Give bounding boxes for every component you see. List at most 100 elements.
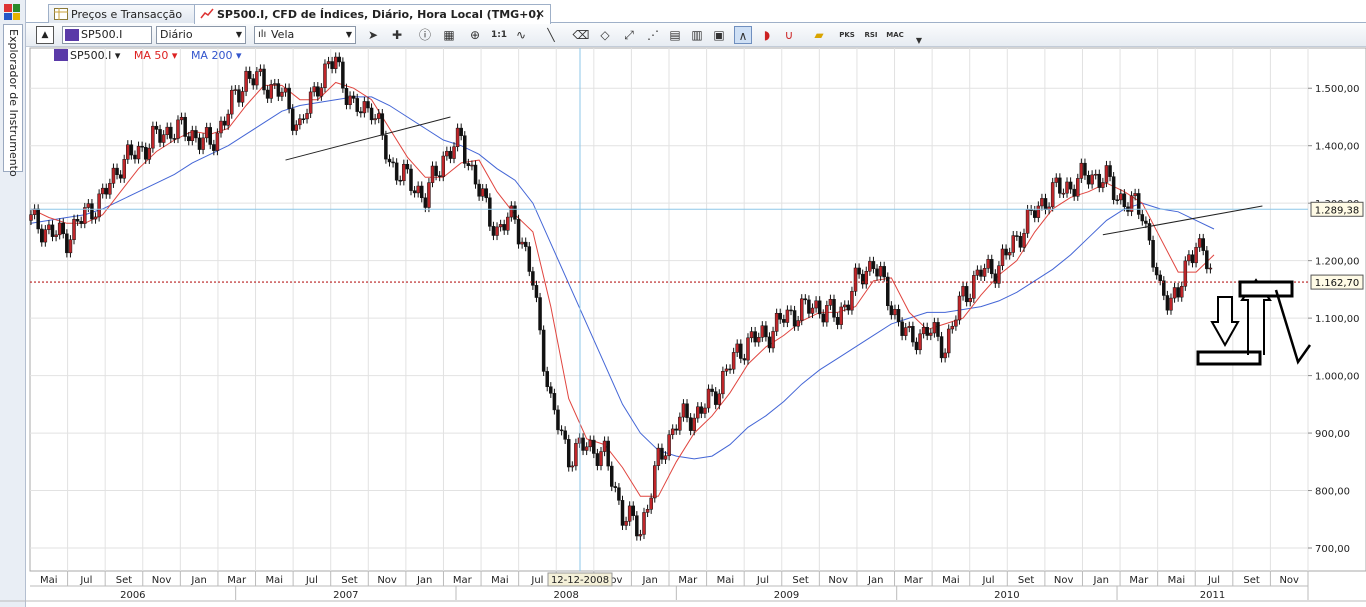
candle-body — [814, 300, 818, 309]
candle-body — [316, 86, 320, 97]
crosshair-date-label: 12-12-2008 — [551, 575, 609, 586]
candle-body — [563, 430, 567, 440]
price-chart[interactable]: Mai Jul Set Nov Jan Mar Mai Jul Set Nov Jan Mar Mai J… — [0, 0, 1366, 607]
candle-body — [409, 168, 413, 191]
candle-body — [143, 146, 148, 160]
candle-body — [559, 429, 564, 432]
x-tick-label: Nov — [377, 575, 397, 586]
candle-body — [653, 465, 657, 499]
candle-body — [531, 271, 535, 286]
candle-body — [366, 101, 370, 109]
candle-body — [1083, 162, 1087, 176]
candle-body — [312, 86, 316, 93]
candle-body — [961, 286, 965, 297]
candle-body — [645, 509, 650, 513]
candle-body — [936, 322, 940, 337]
candle-body — [506, 216, 510, 231]
candle-body — [989, 259, 994, 275]
candle-body — [613, 486, 618, 488]
candle-body — [1158, 274, 1162, 281]
x-tick-label: Jan — [416, 575, 432, 586]
candle-body — [635, 515, 639, 537]
candle-body — [739, 343, 743, 359]
candle-body — [721, 371, 725, 395]
candle-body — [197, 137, 202, 150]
candle-body — [527, 246, 532, 272]
x-tick-label: Mar — [904, 575, 924, 586]
candle-body — [857, 267, 861, 275]
candle-body — [986, 259, 990, 269]
candle-body — [767, 336, 772, 349]
candle-body — [68, 239, 73, 254]
candle-body — [785, 309, 790, 323]
candle-body — [552, 393, 557, 411]
candle-body — [43, 229, 48, 243]
candle-body — [843, 304, 847, 308]
candle-body — [667, 434, 671, 457]
candle-body — [348, 95, 352, 105]
candle-body — [681, 403, 686, 418]
candle-body — [1086, 175, 1091, 185]
candle-body — [599, 451, 603, 466]
tab-sp500-chart[interactable]: SP500.I, CFD de Índices, Diário, Hora Lo… — [194, 4, 551, 24]
candle-body — [237, 89, 241, 103]
candle-body — [1054, 177, 1059, 183]
close-icon[interactable]: ✕ — [535, 7, 545, 21]
candle-body — [140, 145, 144, 148]
crosshair-price-label: 1.289,38 — [1315, 205, 1360, 216]
x-tick-label: Mar — [227, 575, 247, 586]
x-tick-label: Jan — [641, 575, 657, 586]
candle-body — [491, 226, 496, 236]
candle-body — [1122, 193, 1127, 208]
candle-body — [696, 406, 700, 419]
x-tick-label: Jul — [981, 575, 994, 586]
candle-body — [584, 446, 589, 451]
y-tick-label: 1.500,00 — [1315, 84, 1360, 95]
legend-symbol[interactable]: SP500.I ▾ — [54, 49, 120, 62]
candle-body — [1115, 199, 1119, 201]
x-tick-label: Jul — [1207, 575, 1220, 586]
candle-body — [484, 188, 489, 199]
legend-ma200[interactable]: MA 200 ▾ — [191, 49, 242, 62]
x-tick-label: Mai — [1168, 575, 1186, 586]
candle-body — [1040, 198, 1044, 207]
x-tick-label: Mai — [266, 575, 284, 586]
candle-body — [939, 336, 944, 359]
candle-body — [574, 443, 578, 467]
y-tick-label: 700,00 — [1315, 544, 1350, 555]
year-label: 2007 — [333, 590, 358, 601]
candle-body — [273, 83, 277, 85]
candle-body — [649, 497, 653, 510]
candle-body — [656, 447, 661, 466]
candle-body — [609, 465, 614, 487]
candle-body — [1172, 287, 1177, 299]
candle-body — [882, 266, 886, 278]
candle-body — [556, 409, 560, 431]
candle-body — [756, 337, 761, 343]
candle-body — [541, 329, 546, 372]
candle-body — [61, 222, 66, 235]
candle-body — [602, 440, 607, 452]
candle-body — [943, 352, 947, 359]
candle-body — [126, 144, 130, 160]
candle-body — [1007, 252, 1012, 256]
candle-body — [290, 108, 295, 131]
candle-body — [1093, 173, 1098, 176]
candle-body — [280, 91, 284, 97]
tab-label: SP500.I, CFD de Índices, Diário, Hora Lo… — [217, 8, 542, 21]
candle-body — [642, 512, 646, 535]
candle-body — [1197, 238, 1202, 248]
candle-body — [387, 158, 392, 163]
legend-ma50[interactable]: MA 50 ▾ — [134, 49, 178, 62]
candle-body — [65, 233, 69, 254]
candle-body — [204, 127, 209, 139]
candle-body — [50, 224, 55, 237]
candle-body — [1136, 193, 1141, 215]
candle-body — [957, 295, 962, 321]
candle-body — [305, 113, 309, 120]
candle-body — [115, 167, 119, 175]
candle-body — [1104, 165, 1109, 183]
x-tick-label: Jul — [756, 575, 769, 586]
candle-body — [950, 325, 955, 330]
annotation-bar — [1238, 280, 1294, 298]
